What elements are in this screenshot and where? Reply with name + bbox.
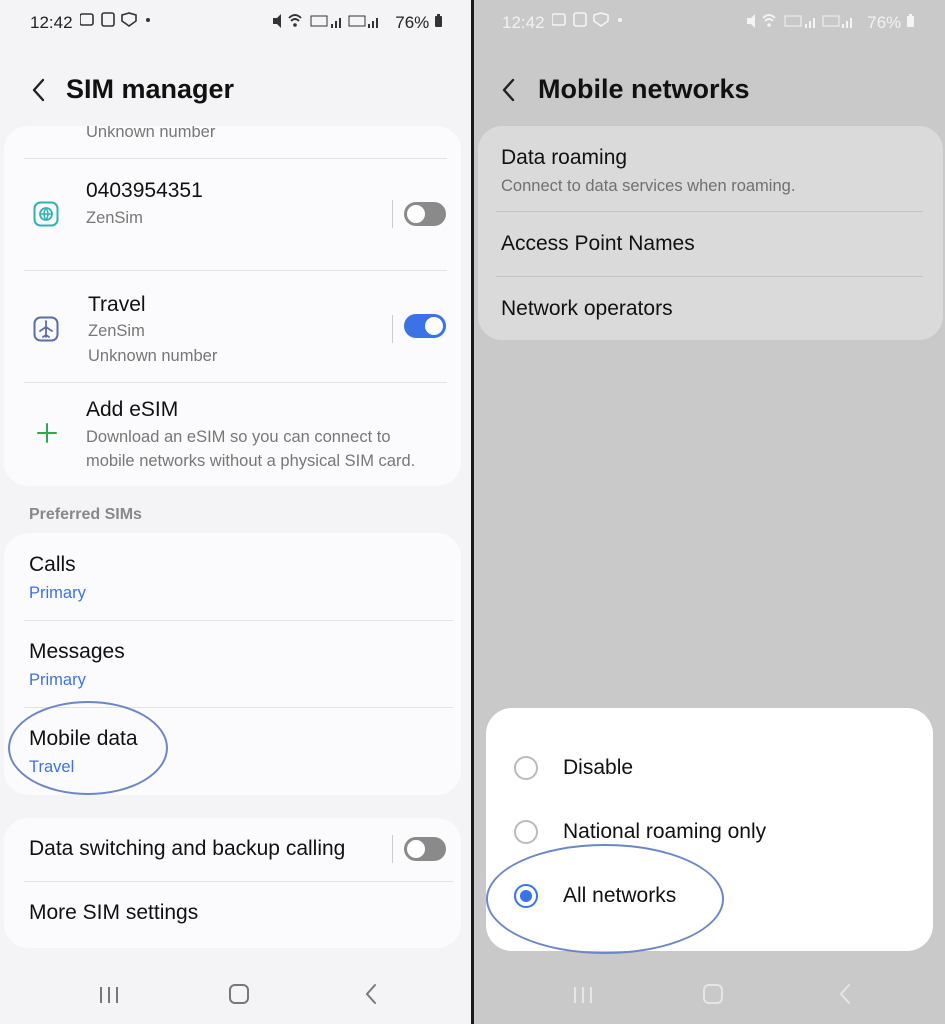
preferred-sims-label: Preferred SIMs	[29, 506, 142, 523]
sim-name: Travel	[88, 293, 146, 316]
home-icon[interactable]	[703, 984, 723, 1004]
battery-icon	[907, 14, 914, 27]
option-national-roaming[interactable]: National roaming only	[486, 800, 933, 864]
signal-wifi-icons	[747, 14, 852, 28]
data-roaming-label: Data roaming	[501, 146, 628, 169]
option-disable-label: Disable	[563, 756, 634, 779]
sim-number: Unknown number	[88, 347, 218, 365]
battery-percent: 76%	[395, 13, 430, 32]
more-sim-settings-item[interactable]: More SIM settings	[4, 882, 461, 948]
status-time: 12:42	[502, 13, 545, 32]
data-switching-toggle[interactable]	[404, 837, 446, 861]
recents-icon[interactable]	[572, 986, 594, 1004]
preferred-mobile-data[interactable]: Mobile data Travel	[4, 708, 461, 795]
vertical-separator	[392, 315, 393, 343]
more-sim-settings-label: More SIM settings	[29, 901, 199, 924]
home-icon[interactable]	[229, 984, 249, 1004]
page-title: Mobile networks	[538, 74, 750, 104]
preferred-sims-card: Calls Primary Messages Primary Mobile da…	[4, 533, 461, 795]
add-esim-desc-2: mobile networks without a physical SIM c…	[86, 452, 416, 470]
notification-icons-svg	[551, 12, 622, 27]
sim-manager-screen: 12:42 76% SIM manager Unknown number 040…	[0, 0, 471, 1024]
sim-carrier: ZenSim	[88, 322, 145, 340]
messages-value: Primary	[29, 671, 86, 689]
back-arrow-icon[interactable]	[28, 76, 50, 104]
header: SIM manager	[0, 64, 471, 116]
sim-carrier: ZenSim	[86, 209, 143, 227]
recents-icon[interactable]	[98, 986, 120, 1004]
radio-national-roaming[interactable]	[514, 820, 538, 844]
mobile-data-value: Travel	[29, 758, 75, 776]
radio-disable[interactable]	[514, 756, 538, 780]
mobile-networks-screen: 12:42 76% Mobile networks Data roaming C…	[474, 0, 945, 1024]
data-roaming-options-sheet: Disable National roaming only All networ…	[486, 708, 933, 951]
add-esim-desc-1: Download an eSIM so you can connect to	[86, 428, 391, 446]
sim-item-travel[interactable]: Travel ZenSim Unknown number	[4, 271, 461, 382]
notification-icons	[79, 12, 160, 31]
access-point-names-label: Access Point Names	[501, 232, 695, 255]
vertical-separator	[392, 835, 393, 863]
add-esim-label: Add eSIM	[86, 398, 179, 421]
sim-toggle-travel[interactable]	[404, 314, 446, 338]
calls-label: Calls	[29, 553, 76, 576]
nav-back-icon[interactable]	[362, 982, 380, 1006]
network-operators-label: Network operators	[501, 297, 673, 320]
back-arrow-icon[interactable]	[498, 76, 520, 104]
status-time: 12:42	[30, 13, 73, 32]
sim-partial-number: Unknown number	[86, 126, 216, 141]
option-disable[interactable]: Disable	[486, 736, 933, 800]
data-roaming-desc: Connect to data services when roaming.	[501, 177, 796, 195]
radio-all-networks[interactable]	[514, 884, 538, 908]
preferred-messages[interactable]: Messages Primary	[4, 621, 461, 707]
navigation-bar	[0, 964, 471, 1024]
battery-icon	[435, 14, 442, 27]
battery-indicator: 76%	[395, 13, 443, 33]
status-bar: 12:42 76%	[474, 0, 945, 44]
preferred-calls[interactable]: Calls Primary	[4, 533, 461, 620]
nav-back-icon[interactable]	[836, 982, 854, 1006]
mobile-networks-card: Data roaming Connect to data services wh…	[478, 126, 943, 340]
globe-sim-icon	[33, 201, 59, 227]
sim-list-card: Unknown number 0403954351 ZenSim Travel …	[4, 126, 461, 486]
battery-indicator: 76%	[867, 13, 915, 33]
page-title: SIM manager	[66, 74, 235, 104]
calls-value: Primary	[29, 584, 86, 602]
sim-toggle-0403954351[interactable]	[404, 202, 446, 226]
system-icons	[271, 12, 381, 33]
battery-percent: 76%	[867, 13, 902, 32]
navigation-bar	[474, 964, 945, 1024]
access-point-names-item[interactable]: Access Point Names	[478, 212, 943, 276]
plus-icon	[37, 423, 57, 443]
status-bar: 12:42 76%	[0, 0, 471, 44]
option-all-networks-label: All networks	[563, 884, 677, 907]
add-esim-item[interactable]: Add eSIM Download an eSIM so you can con…	[4, 383, 461, 486]
option-national-roaming-label: National roaming only	[563, 820, 767, 843]
sim-item-0403954351[interactable]: 0403954351 ZenSim	[4, 159, 461, 270]
sim-settings-card: Data switching and backup calling More S…	[4, 818, 461, 948]
data-switching-label: Data switching and backup calling	[29, 837, 346, 860]
notification-icons-svg	[79, 12, 150, 27]
header: Mobile networks	[474, 64, 945, 116]
notification-icons	[551, 12, 632, 31]
data-switching-item[interactable]: Data switching and backup calling	[4, 818, 461, 882]
option-all-networks[interactable]: All networks	[486, 864, 933, 928]
mobile-data-label: Mobile data	[29, 727, 138, 750]
vertical-separator	[392, 200, 393, 228]
system-icons	[745, 12, 855, 33]
data-roaming-item[interactable]: Data roaming Connect to data services wh…	[478, 126, 943, 211]
messages-label: Messages	[29, 640, 125, 663]
sim-name: 0403954351	[86, 179, 203, 202]
signal-wifi-icons	[273, 14, 378, 28]
airplane-sim-icon	[33, 316, 59, 342]
network-operators-item[interactable]: Network operators	[478, 277, 943, 340]
